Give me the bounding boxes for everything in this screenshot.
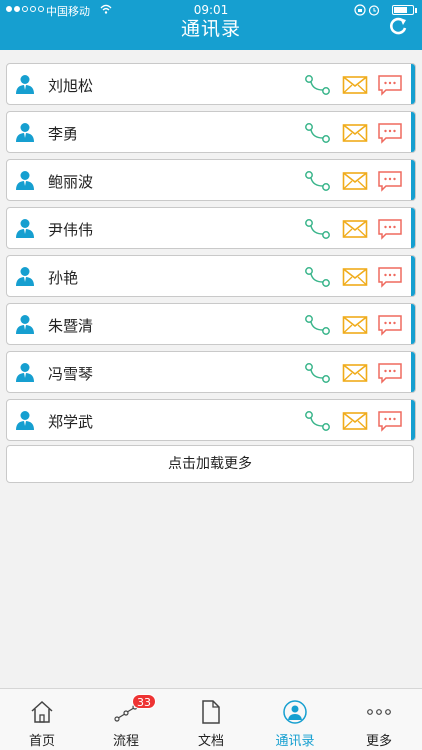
person-icon xyxy=(16,411,34,430)
tab-label: 文档 xyxy=(197,734,224,749)
contact-row[interactable]: 朱暨清 xyxy=(6,303,416,345)
mail-icon[interactable] xyxy=(342,410,368,432)
tab-bar: 首页 33 流程 文档 通讯录 更多 xyxy=(0,688,422,750)
contact-name: 鲍丽波 xyxy=(48,173,94,191)
tab-label: 首页 xyxy=(28,734,55,749)
contact-row[interactable]: 冯雪琴 xyxy=(6,351,416,393)
refresh-icon[interactable] xyxy=(388,16,408,36)
contact-row[interactable]: 李勇 xyxy=(6,111,416,153)
mail-icon[interactable] xyxy=(342,218,368,240)
contact-name: 尹伟伟 xyxy=(48,221,94,239)
message-icon[interactable] xyxy=(377,122,403,144)
phone-icon[interactable] xyxy=(305,122,331,144)
phone-icon[interactable] xyxy=(305,266,331,288)
flow-badge: 33 xyxy=(132,694,156,709)
person-icon xyxy=(16,219,34,238)
person-icon xyxy=(16,267,34,286)
phone-icon[interactable] xyxy=(305,362,331,384)
row-accent-stripe xyxy=(411,400,415,440)
contact-name: 刘旭松 xyxy=(48,77,94,95)
person-icon xyxy=(16,315,34,334)
row-accent-stripe xyxy=(411,112,415,152)
message-icon[interactable] xyxy=(377,362,403,384)
tab-more[interactable]: 更多 xyxy=(337,689,421,750)
contact-name: 孙艳 xyxy=(48,269,79,287)
home-icon xyxy=(31,700,53,723)
contacts-icon xyxy=(283,700,307,724)
top-bar: 中国移动 09:01 通讯录 xyxy=(0,0,422,50)
mail-icon[interactable] xyxy=(342,362,368,384)
person-icon xyxy=(16,123,34,142)
contact-name: 李勇 xyxy=(48,125,79,143)
person-icon xyxy=(16,363,34,382)
message-icon[interactable] xyxy=(377,410,403,432)
contact-list: 刘旭松 李勇 鲍丽波 尹伟伟 孙艳 朱暨清 冯雪琴 郑学武 xyxy=(6,63,416,447)
contact-name: 朱暨清 xyxy=(48,317,94,335)
row-accent-stripe xyxy=(411,256,415,296)
tab-label: 流程 xyxy=(112,734,139,749)
tab-label: 更多 xyxy=(365,734,392,749)
row-accent-stripe xyxy=(411,352,415,392)
phone-icon[interactable] xyxy=(305,74,331,96)
phone-icon[interactable] xyxy=(305,410,331,432)
person-icon xyxy=(16,75,34,94)
message-icon[interactable] xyxy=(377,314,403,336)
message-icon[interactable] xyxy=(377,74,403,96)
phone-icon[interactable] xyxy=(305,314,331,336)
row-accent-stripe xyxy=(411,208,415,248)
more-icon xyxy=(367,709,391,715)
contact-row[interactable]: 鲍丽波 xyxy=(6,159,416,201)
tab-flow[interactable]: 33 流程 xyxy=(84,689,168,750)
message-icon[interactable] xyxy=(377,218,403,240)
mail-icon[interactable] xyxy=(342,266,368,288)
tab-contacts[interactable]: 通讯录 xyxy=(253,689,337,750)
message-icon[interactable] xyxy=(377,170,403,192)
mail-icon[interactable] xyxy=(342,122,368,144)
document-icon xyxy=(202,700,220,724)
contact-name: 冯雪琴 xyxy=(48,365,94,383)
contact-row[interactable]: 郑学武 xyxy=(6,399,416,441)
page-title: 通讯录 xyxy=(180,18,241,40)
tab-documents[interactable]: 文档 xyxy=(169,689,253,750)
message-icon[interactable] xyxy=(377,266,403,288)
load-more-button[interactable]: 点击加载更多 xyxy=(6,445,414,483)
contact-name: 郑学武 xyxy=(48,413,94,431)
phone-icon[interactable] xyxy=(305,218,331,240)
contact-row[interactable]: 刘旭松 xyxy=(6,63,416,105)
row-accent-stripe xyxy=(411,64,415,104)
row-accent-stripe xyxy=(411,160,415,200)
person-icon xyxy=(16,171,34,190)
row-accent-stripe xyxy=(411,304,415,344)
contact-row[interactable]: 尹伟伟 xyxy=(6,207,416,249)
contact-row[interactable]: 孙艳 xyxy=(6,255,416,297)
phone-icon[interactable] xyxy=(305,170,331,192)
mail-icon[interactable] xyxy=(342,170,368,192)
mail-icon[interactable] xyxy=(342,74,368,96)
mail-icon[interactable] xyxy=(342,314,368,336)
tab-home[interactable]: 首页 xyxy=(0,689,84,750)
tab-label: 通讯录 xyxy=(275,734,315,749)
